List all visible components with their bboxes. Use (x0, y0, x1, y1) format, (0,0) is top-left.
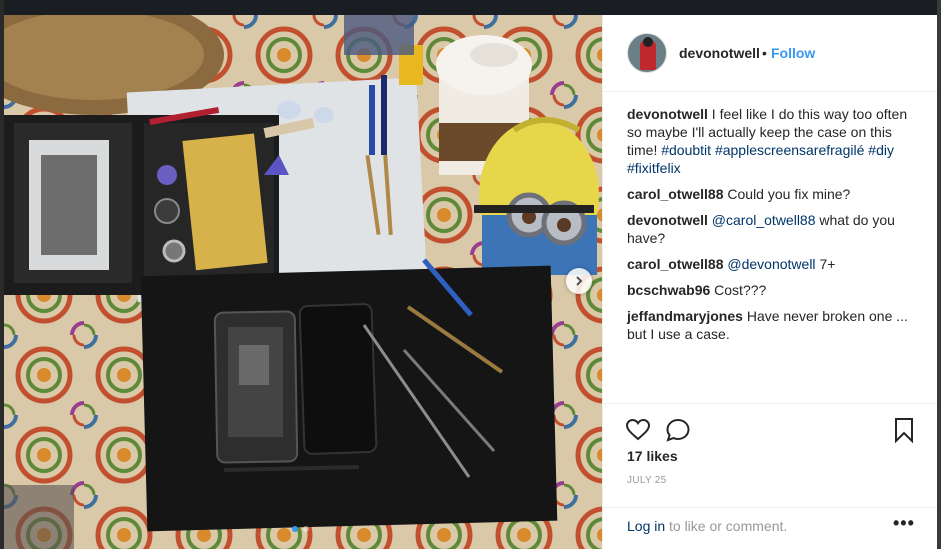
post-actions: 17 likes JULY 25 Log in to like or comme… (603, 403, 938, 550)
carousel-dot-1 (292, 526, 298, 532)
right-edge (937, 0, 941, 549)
chevron-right-icon (576, 276, 583, 286)
hashtag[interactable]: #doubtit (661, 142, 711, 158)
comment-item: devonotwell @carol_otwell88 what do you … (627, 211, 917, 247)
comment-username[interactable]: bcschwab96 (627, 282, 710, 298)
carousel-dot-2 (303, 526, 309, 532)
caption: devonotwell I feel like I do this way to… (627, 105, 917, 177)
heart-icon[interactable] (625, 417, 651, 443)
comment-username[interactable]: devonotwell (627, 212, 708, 228)
comment-text: Cost??? (714, 282, 767, 298)
comment-item: jeffandmaryjones Have never broken one .… (627, 307, 917, 343)
hashtag[interactable]: #diy (868, 142, 894, 158)
comment-username[interactable]: jeffandmaryjones (627, 308, 743, 324)
comment-item: carol_otwell88 @devonotwell 7+ (627, 255, 917, 273)
more-options-button[interactable]: ••• (893, 513, 915, 534)
login-bar: Log in to like or comment. ••• (603, 507, 938, 551)
login-prompt-text: to like or comment. (669, 518, 788, 534)
post-photo (4, 15, 602, 549)
hashtag[interactable]: #applescreensarefragilé (715, 142, 864, 158)
comment-item: carol_otwell88 Could you fix mine? (627, 185, 917, 203)
comment-text: Could you fix mine? (727, 186, 851, 202)
avatar-head (643, 37, 653, 47)
carousel-indicator (292, 526, 309, 532)
bookmark-icon[interactable] (891, 417, 917, 443)
comment-item: bcschwab96 Cost??? (627, 281, 917, 299)
post-header: devonotwell • Follow (603, 15, 938, 92)
likes-count[interactable]: 17 likes (627, 448, 678, 464)
browser-top-strip (0, 0, 941, 15)
caption-username[interactable]: devonotwell (627, 106, 708, 122)
comment-username[interactable]: carol_otwell88 (627, 256, 724, 272)
comments-list: devonotwell I feel like I do this way to… (627, 105, 917, 351)
post-date: JULY 25 (627, 475, 667, 486)
header-separator: • (762, 45, 767, 61)
carousel-next-button[interactable] (566, 268, 592, 294)
post-sidebar: devonotwell • Follow devonotwell I feel … (602, 15, 938, 549)
comment-icon[interactable] (665, 417, 691, 443)
hashtag[interactable]: #fixitfelix (627, 160, 681, 176)
comment-mention[interactable]: @devonotwell (727, 256, 815, 272)
header-username[interactable]: devonotwell (679, 45, 760, 61)
comment-mention[interactable]: @carol_otwell88 (712, 212, 816, 228)
follow-button[interactable]: Follow (771, 45, 815, 61)
login-link[interactable]: Log in (627, 518, 665, 534)
comment-text: 7+ (819, 256, 836, 272)
avatar[interactable] (627, 33, 667, 73)
comment-username[interactable]: carol_otwell88 (627, 186, 724, 202)
